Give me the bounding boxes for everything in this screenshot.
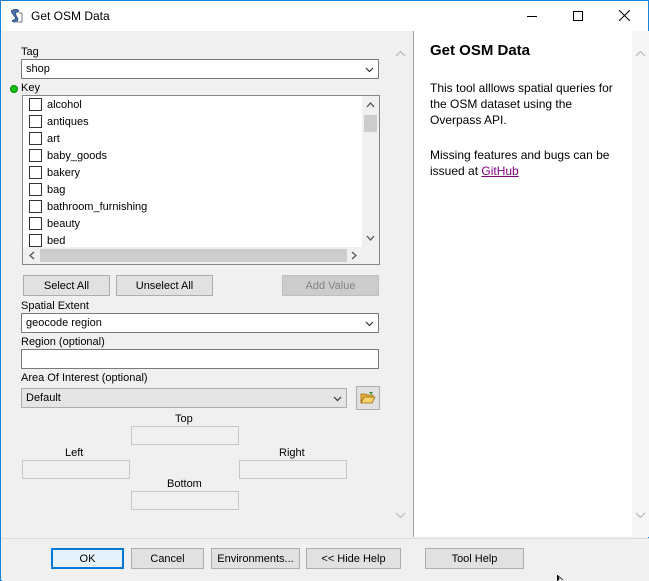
scroll-up-icon[interactable] [635,50,646,57]
close-icon [618,10,630,21]
hide-help-button[interactable]: << Hide Help [306,548,401,569]
bottom-label: Bottom [167,478,202,490]
maximize-button[interactable] [555,1,601,30]
maximize-icon [573,10,583,21]
checkbox[interactable] [29,200,42,213]
help-title: Get OSM Data [430,42,531,59]
scroll-down-icon[interactable] [635,512,646,519]
key-item-label: bed [47,234,66,247]
key-item-label: bag [47,183,66,196]
help-scrollbar[interactable] [632,31,649,537]
scroll-down-icon[interactable] [395,512,406,519]
environments-button[interactable]: Environments... [211,548,300,569]
github-link[interactable]: GitHub [481,164,518,178]
checkbox[interactable] [29,166,42,179]
region-input[interactable] [21,349,379,369]
key-item-art[interactable]: art [29,130,60,147]
key-item-bag[interactable]: bag [29,181,65,198]
cancel-button[interactable]: Cancel [131,548,204,569]
tool-help-button[interactable]: Tool Help [425,548,524,569]
spatial-extent-label: Spatial Extent [21,300,89,312]
minimize-icon [527,15,537,17]
top-extent-input[interactable] [131,426,239,445]
add-value-button[interactable]: Add Value [282,275,379,296]
tag-combobox[interactable]: shop [21,59,379,79]
key-item-beauty[interactable]: beauty [29,215,80,232]
tool-parameters-panel: Tag shop Key alcohol antiques art baby_g… [2,31,409,537]
checkbox[interactable] [29,217,42,230]
key-item-bathroom-furnishing[interactable]: bathroom_furnishing [29,198,147,215]
key-item-bakery[interactable]: bakery [29,164,80,181]
unselect-all-button[interactable]: Unselect All [116,275,213,296]
key-item-label: art [47,132,60,145]
key-item-alcohol[interactable]: alcohol [29,96,82,113]
vertical-scrollbar[interactable] [362,96,379,247]
select-all-button[interactable]: Select All [23,275,110,296]
panel-scrollbar[interactable] [392,31,409,537]
right-label: Right [279,447,305,459]
browse-folder-button[interactable] [356,386,380,410]
checkbox[interactable] [29,183,42,196]
spatial-extent-value: geocode region [26,317,102,329]
scroll-down-icon[interactable] [366,235,375,242]
top-label: Top [175,413,193,425]
scroll-up-icon[interactable] [395,50,406,57]
help-bug-note: Missing features and bugs can be issued … [430,147,620,179]
tag-label: Tag [21,46,39,58]
window-title: Get OSM Data [31,9,110,23]
key-item-label: baby_goods [47,149,107,162]
horizontal-scrollbar[interactable] [23,247,379,264]
dialog-button-bar: OK Cancel Environments... << Hide Help T… [2,538,649,581]
mouse-cursor-icon [557,575,564,581]
checkbox[interactable] [29,115,42,128]
help-panel: Get OSM Data This tool alllows spatial q… [413,31,649,537]
key-checklist[interactable]: alcohol antiques art baby_goods bakery b… [22,95,380,265]
scroll-up-icon[interactable] [366,101,375,108]
scrollbar-thumb[interactable] [40,249,347,262]
ok-button[interactable]: OK [51,548,124,569]
key-item-label: beauty [47,217,81,230]
right-extent-input[interactable] [239,460,347,479]
spatial-extent-combobox[interactable]: geocode region [21,313,379,333]
bottom-extent-input[interactable] [131,491,239,510]
key-item-label: alcohol [47,98,82,111]
key-item-label: antiques [47,115,89,128]
help-description: This tool alllows spatial queries for th… [430,81,613,127]
left-label: Left [65,447,84,459]
checkbox[interactable] [29,149,42,162]
chevron-down-icon [365,67,374,73]
title-bar[interactable]: Get OSM Data [1,1,648,31]
chevron-down-icon [365,321,374,327]
region-label: Region (optional) [21,336,105,348]
key-item-antiques[interactable]: antiques [29,113,89,130]
key-item-baby-goods[interactable]: baby_goods [29,147,107,164]
scrollbar-thumb[interactable] [364,115,377,132]
left-extent-input[interactable] [22,460,130,479]
help-bug-note-text: Missing features and bugs can be issued … [430,148,610,178]
valid-status-icon [10,85,18,93]
key-item-label: bakery [47,166,81,179]
close-button[interactable] [601,1,647,30]
aoi-value: Default [26,392,61,404]
aoi-label: Area Of Interest (optional) [21,372,148,384]
tool-dialog-window: Get OSM Data Tag shop Key alcohol antiqu… [0,0,649,581]
checkbox[interactable] [29,234,42,247]
minimize-button[interactable] [509,1,555,30]
open-folder-icon [360,392,376,404]
key-item-label: bathroom_furnishing [47,200,148,213]
key-label: Key [21,82,40,94]
tag-value: shop [26,63,50,75]
aoi-combobox[interactable]: Default [21,388,347,408]
chevron-down-icon [333,396,342,402]
checkbox[interactable] [29,98,42,111]
checkbox[interactable] [29,132,42,145]
scroll-right-icon[interactable] [351,251,358,260]
python-script-icon [9,8,25,24]
scroll-left-icon[interactable] [28,251,35,260]
